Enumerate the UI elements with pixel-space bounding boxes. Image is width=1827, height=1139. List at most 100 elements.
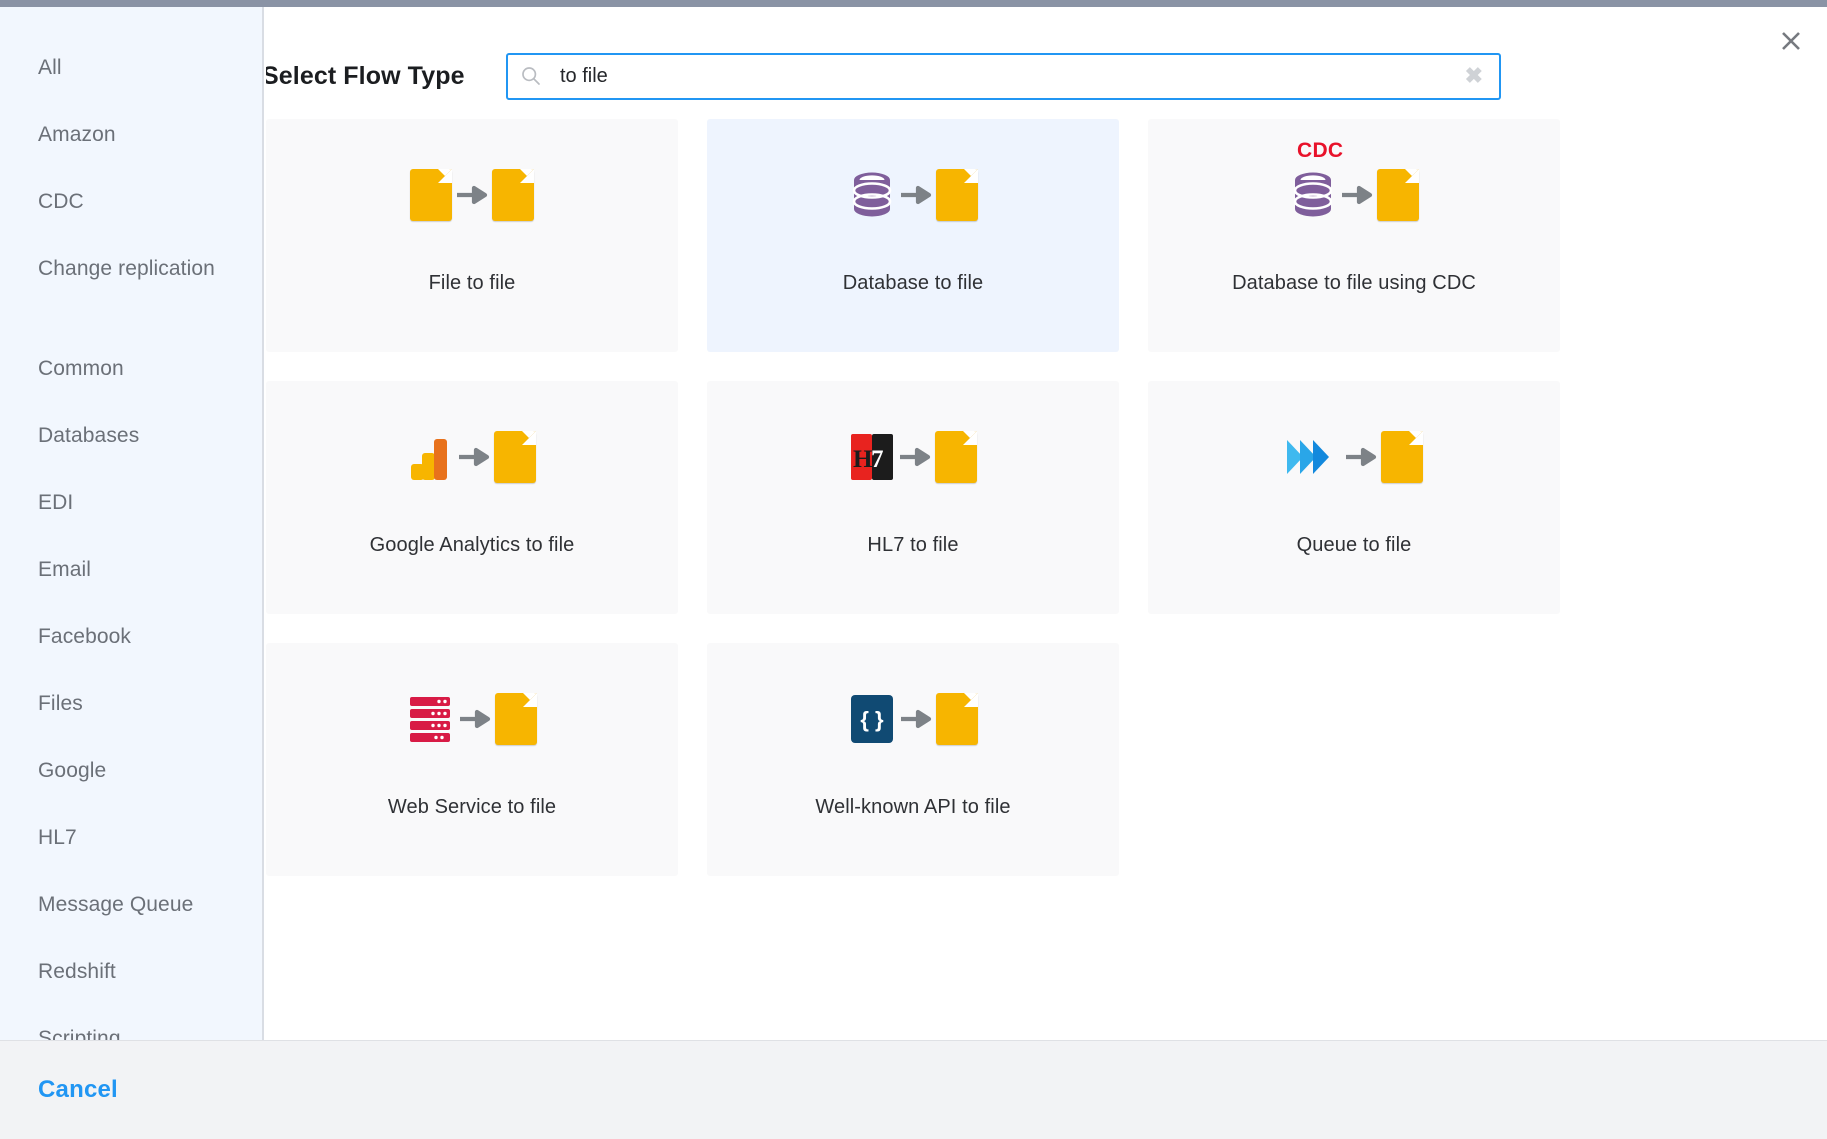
tile-icon-area: { } [707, 643, 1119, 795]
sidebar-item-label: All [38, 56, 62, 79]
database-to-file-cdc-icon: CDC [1289, 139, 1419, 221]
flow-type-dialog: All Amazon CDC Change replication Common… [0, 0, 1827, 1139]
search-icon [520, 65, 542, 87]
document-icon [935, 431, 977, 483]
sidebar-item-label: Amazon [38, 123, 116, 146]
arrow-right-icon [1340, 183, 1374, 207]
flow-tile-hl7-to-file[interactable]: H 7 HL7 to file [707, 381, 1119, 614]
tile-label: Web Service to file [387, 796, 557, 818]
sidebar-item-label: Google [38, 759, 107, 782]
sidebar-item-email[interactable]: Email [0, 553, 262, 620]
file-to-file-icon [410, 169, 534, 221]
svg-text:{ }: { } [860, 707, 884, 732]
document-icon [410, 169, 452, 221]
sidebar-item-label: CDC [38, 190, 84, 213]
sidebar-item-databases[interactable]: Databases [0, 419, 262, 486]
document-icon [1377, 169, 1419, 221]
flow-tile-well-known-api-to-file[interactable]: { } Well-known API to file [707, 643, 1119, 876]
flow-type-grid: File to file Database to file CDC Databa… [266, 119, 1827, 905]
api-braces-icon: { } [848, 693, 896, 745]
arrow-right-icon [899, 707, 933, 731]
arrow-right-icon [899, 183, 933, 207]
sidebar-item-label: Change replication [38, 257, 215, 280]
document-icon [495, 693, 537, 745]
tile-icon-area [1148, 381, 1560, 533]
window-top-bar [0, 0, 1827, 7]
sidebar-item-label: Files [38, 692, 83, 715]
sidebar-item-files[interactable]: Files [0, 687, 262, 754]
flow-tile-queue-to-file[interactable]: Queue to file [1148, 381, 1560, 614]
cancel-button[interactable]: Cancel [38, 1076, 118, 1104]
tile-icon-area [266, 643, 678, 795]
queue-to-file-icon [1285, 431, 1423, 483]
flow-tile-web-service-to-file[interactable]: Web Service to file [266, 643, 678, 876]
document-icon [492, 169, 534, 221]
sidebar-item-edi[interactable]: EDI [0, 486, 262, 553]
hl7-to-file-icon: H 7 [849, 431, 977, 483]
google-analytics-icon [408, 431, 454, 483]
dialog-footer: Cancel [0, 1040, 1827, 1139]
flow-tile-database-to-file[interactable]: Database to file [707, 119, 1119, 352]
arrow-right-icon [898, 445, 932, 469]
database-to-file-icon [848, 169, 978, 221]
sidebar-item-change-replication[interactable]: Change replication [0, 252, 262, 352]
dialog-main-panel: Select Flow Type ✖ [266, 7, 1827, 1040]
sidebar-item-label: EDI [38, 491, 74, 514]
arrow-right-icon [1344, 445, 1378, 469]
grid-row: Web Service to file { } Well-known API t… [266, 643, 1809, 905]
tile-label: Database to file using CDC [1232, 272, 1476, 294]
document-icon [936, 693, 978, 745]
tile-icon-area: CDC [1148, 119, 1560, 271]
sidebar-item-all[interactable]: All [0, 51, 262, 118]
tile-icon-area: H 7 [707, 381, 1119, 533]
grid-row: File to file Database to file CDC Databa… [266, 119, 1809, 381]
search-input[interactable] [542, 54, 1465, 98]
tile-label: Queue to file [1296, 534, 1412, 556]
search-box[interactable]: ✖ [506, 52, 1501, 100]
page-title: Select Flow Type [266, 61, 465, 90]
sidebar-item-hl7[interactable]: HL7 [0, 821, 262, 888]
sidebar-item-redshift[interactable]: Redshift [0, 955, 262, 1022]
document-icon [1381, 431, 1423, 483]
google-analytics-to-file-icon [408, 431, 536, 483]
clear-search-icon[interactable]: ✖ [1465, 65, 1483, 87]
well-known-api-to-file-icon: { } [848, 693, 978, 745]
arrow-right-icon [455, 183, 489, 207]
tile-label: Well-known API to file [815, 796, 1011, 818]
sidebar-item-amazon[interactable]: Amazon [0, 118, 262, 185]
flow-tile-file-to-file[interactable]: File to file [266, 119, 678, 352]
sidebar-item-label: Message Queue [38, 893, 194, 916]
sidebar-item-message-queue[interactable]: Message Queue [0, 888, 262, 955]
arrow-right-icon [457, 445, 491, 469]
flow-tile-database-to-file-using-cdc[interactable]: CDC Database to file using CDC [1148, 119, 1560, 352]
queue-icon [1285, 432, 1341, 482]
search-container: ✖ [506, 52, 1501, 100]
tile-label: HL7 to file [867, 534, 959, 556]
sidebar-item-label: Redshift [38, 960, 116, 983]
document-icon [494, 431, 536, 483]
svg-text:H: H [853, 446, 873, 473]
sidebar-item-scripting[interactable]: Scripting [0, 1022, 262, 1040]
sidebar-item-common[interactable]: Common [0, 352, 262, 419]
grid-empty-cell [1148, 643, 1560, 876]
sidebar-item-google[interactable]: Google [0, 754, 262, 821]
database-icon [1289, 169, 1337, 221]
category-list: All Amazon CDC Change replication Common… [0, 51, 262, 1040]
server-icon [407, 693, 455, 745]
category-sidebar[interactable]: All Amazon CDC Change replication Common… [0, 7, 264, 1040]
database-icon [848, 169, 896, 221]
hl7-icon: H 7 [849, 431, 895, 483]
sidebar-item-label: Databases [38, 424, 140, 447]
arrow-right-icon [458, 707, 492, 731]
sidebar-item-label: Scripting [38, 1027, 121, 1040]
flow-tile-google-analytics-to-file[interactable]: Google Analytics to file [266, 381, 678, 614]
grid-row: Google Analytics to file H 7 HL7 to file… [266, 381, 1809, 643]
sidebar-item-label: HL7 [38, 826, 77, 849]
tile-label: Google Analytics to file [369, 534, 575, 556]
sidebar-item-cdc[interactable]: CDC [0, 185, 262, 252]
sidebar-item-facebook[interactable]: Facebook [0, 620, 262, 687]
tile-icon-area [266, 381, 678, 533]
web-service-to-file-icon [407, 693, 537, 745]
sidebar-item-label: Common [38, 357, 124, 380]
tile-label: Database to file [842, 272, 984, 294]
